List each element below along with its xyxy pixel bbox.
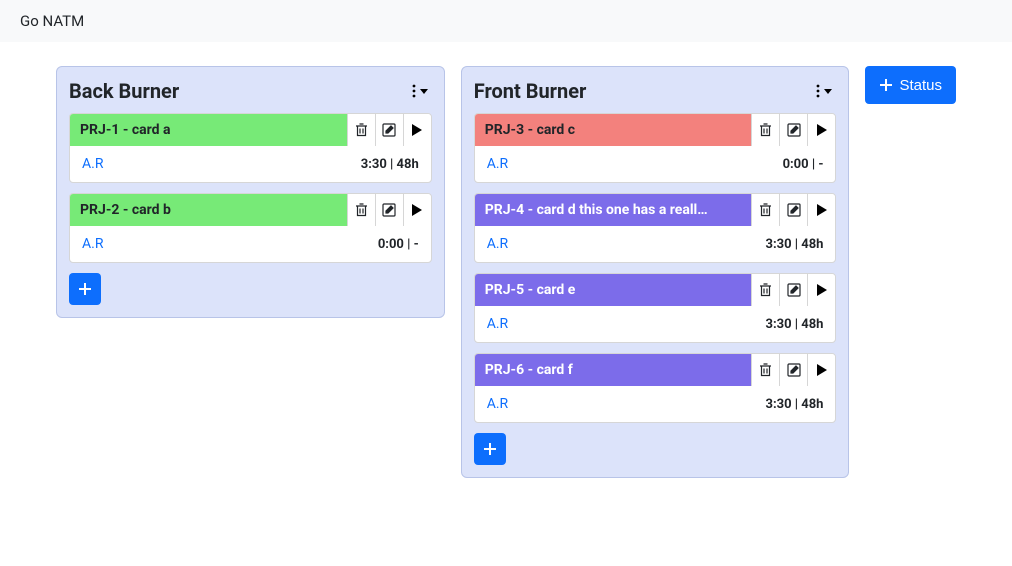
card-title[interactable]: PRJ-4 - card d this one has a reall… — [475, 194, 752, 226]
play-icon — [412, 124, 422, 136]
plus-icon — [483, 442, 497, 456]
column-title: Front Burner — [474, 79, 587, 103]
play-icon — [817, 284, 827, 296]
card-body: A.R 0:00 | - — [70, 226, 431, 262]
trash-icon — [759, 283, 772, 297]
card-body: A.R 3:30 | 48h — [475, 306, 836, 342]
assignee-link[interactable]: A.R — [487, 236, 508, 252]
play-icon — [817, 124, 827, 136]
delete-button[interactable] — [751, 114, 779, 146]
time-label: 3:30 | 48h — [765, 317, 823, 332]
edit-button[interactable] — [779, 114, 807, 146]
edit-icon — [787, 203, 801, 217]
play-button[interactable] — [807, 114, 835, 146]
column-title: Back Burner — [69, 79, 179, 103]
card-header: PRJ-1 - card a — [70, 114, 431, 146]
play-icon — [817, 204, 827, 216]
play-button[interactable] — [403, 114, 431, 146]
edit-button[interactable] — [375, 114, 403, 146]
trash-icon — [759, 363, 772, 377]
card-title[interactable]: PRJ-2 - card b — [70, 194, 347, 226]
column-back-burner: Back Burner PRJ-1 - card a A.R 3:30 | 48… — [56, 66, 445, 318]
card-title[interactable]: PRJ-3 - card c — [475, 114, 752, 146]
kebab-icon — [412, 84, 416, 98]
card: PRJ-4 - card d this one has a reall… A.R… — [474, 193, 837, 263]
status-button[interactable]: Status — [865, 66, 956, 104]
edit-icon — [382, 203, 396, 217]
play-button[interactable] — [807, 274, 835, 306]
add-card-button[interactable] — [69, 273, 101, 305]
navbar: Go NATM — [0, 0, 1012, 42]
card: PRJ-6 - card f A.R 3:30 | 48h — [474, 353, 837, 423]
card-title[interactable]: PRJ-1 - card a — [70, 114, 347, 146]
time-label: 3:30 | 48h — [765, 397, 823, 412]
column-menu-button[interactable] — [812, 80, 836, 102]
card-header: PRJ-2 - card b — [70, 194, 431, 226]
card-body: A.R 3:30 | 48h — [475, 386, 836, 422]
time-label: 0:00 | - — [378, 237, 419, 252]
card-header: PRJ-3 - card c — [475, 114, 836, 146]
time-label: 3:30 | 48h — [765, 237, 823, 252]
card: PRJ-5 - card e A.R 3:30 | 48h — [474, 273, 837, 343]
assignee-link[interactable]: A.R — [82, 156, 103, 172]
delete-button[interactable] — [751, 274, 779, 306]
card: PRJ-2 - card b A.R 0:00 | - — [69, 193, 432, 263]
play-button[interactable] — [403, 194, 431, 226]
assignee-link[interactable]: A.R — [487, 396, 508, 412]
card-header: PRJ-5 - card e — [475, 274, 836, 306]
card-body: A.R 3:30 | 48h — [475, 226, 836, 262]
kebab-icon — [816, 84, 820, 98]
card-body: A.R 0:00 | - — [475, 146, 836, 182]
delete-button[interactable] — [751, 194, 779, 226]
edit-button[interactable] — [779, 274, 807, 306]
play-button[interactable] — [807, 354, 835, 386]
edit-icon — [787, 363, 801, 377]
plus-icon — [78, 282, 92, 296]
add-card-button[interactable] — [474, 433, 506, 465]
status-button-label: Status — [899, 77, 942, 94]
edit-icon — [787, 283, 801, 297]
edit-button[interactable] — [375, 194, 403, 226]
edit-button[interactable] — [779, 194, 807, 226]
assignee-link[interactable]: A.R — [82, 236, 103, 252]
column-header: Front Burner — [474, 79, 837, 103]
assignee-link[interactable]: A.R — [487, 156, 508, 172]
time-label: 0:00 | - — [783, 157, 824, 172]
trash-icon — [355, 203, 368, 217]
column-menu-button[interactable] — [408, 80, 432, 102]
trash-icon — [355, 123, 368, 137]
column-front-burner: Front Burner PRJ-3 - card c A.R 0:00 | -… — [461, 66, 850, 478]
caret-down-icon — [420, 89, 428, 94]
card-title[interactable]: PRJ-5 - card e — [475, 274, 752, 306]
play-icon — [817, 364, 827, 376]
edit-button[interactable] — [779, 354, 807, 386]
column-header: Back Burner — [69, 79, 432, 103]
card-title[interactable]: PRJ-6 - card f — [475, 354, 752, 386]
card-header: PRJ-4 - card d this one has a reall… — [475, 194, 836, 226]
edit-icon — [382, 123, 396, 137]
delete-button[interactable] — [347, 194, 375, 226]
card: PRJ-1 - card a A.R 3:30 | 48h — [69, 113, 432, 183]
trash-icon — [759, 203, 772, 217]
edit-icon — [787, 123, 801, 137]
delete-button[interactable] — [347, 114, 375, 146]
caret-down-icon — [824, 89, 832, 94]
board: Back Burner PRJ-1 - card a A.R 3:30 | 48… — [0, 42, 1012, 502]
card-body: A.R 3:30 | 48h — [70, 146, 431, 182]
trash-icon — [759, 123, 772, 137]
assignee-link[interactable]: A.R — [487, 316, 508, 332]
app-title: Go NATM — [20, 12, 84, 30]
play-button[interactable] — [807, 194, 835, 226]
time-label: 3:30 | 48h — [361, 157, 419, 172]
card-header: PRJ-6 - card f — [475, 354, 836, 386]
card: PRJ-3 - card c A.R 0:00 | - — [474, 113, 837, 183]
delete-button[interactable] — [751, 354, 779, 386]
plus-icon — [879, 78, 893, 92]
play-icon — [412, 204, 422, 216]
